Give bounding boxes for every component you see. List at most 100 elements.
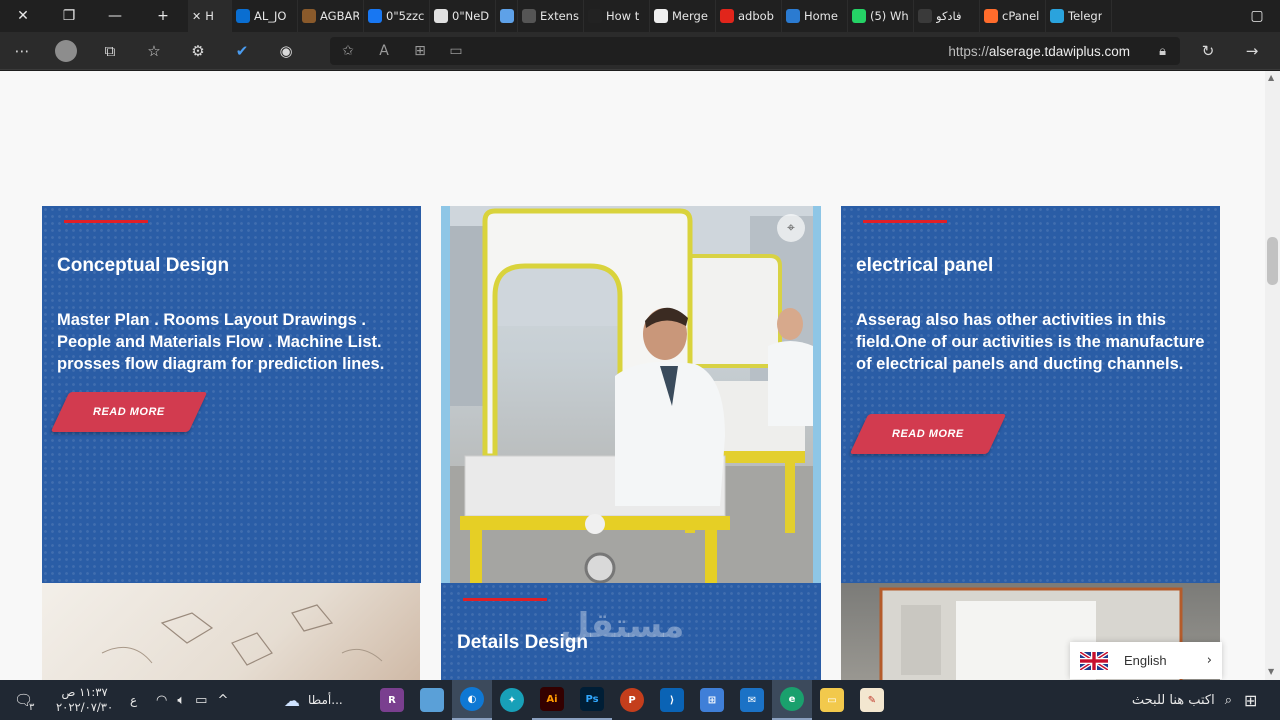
taskbar-search[interactable]: اكتب هنا للبحث ⌕: [1082, 680, 1232, 720]
pinned-apps: R ◐ ✦ Ai Ps P ⟩ ⊞ ✉ e ▭ ✎: [372, 680, 892, 720]
notes-icon[interactable]: [412, 680, 452, 720]
language-switcher[interactable]: English ›: [1070, 642, 1222, 679]
browser-tab[interactable]: 0"5zzc: [364, 0, 430, 32]
forward-icon[interactable]: →: [1230, 32, 1274, 70]
vertical-scrollbar[interactable]: ▲ ▼: [1265, 71, 1280, 680]
accessibility-icon[interactable]: ✦: [492, 680, 532, 720]
tab-strip: ✕ H AL_JO AGBAR 0"5zzc 0"NeD Extens How t Merge a…: [188, 0, 1112, 32]
input-language[interactable]: ع: [130, 680, 137, 720]
tab-title: 0"NeD: [452, 9, 490, 23]
watermark-logo: مستقل: [560, 606, 685, 646]
favorites-icon[interactable]: ☆: [132, 32, 176, 70]
clock-time: ١١:٣٧ ص: [61, 685, 108, 699]
address-bar[interactable]: ✩ A ⊞ ▭ https://alserage.tdawiplus.com 🔒…: [330, 37, 1180, 65]
browser-tab[interactable]: فادكو: [914, 0, 980, 32]
language-label: English: [1124, 653, 1167, 668]
browser-tab[interactable]: adbob: [716, 0, 782, 32]
browser-tab[interactable]: How t: [584, 0, 650, 32]
uk-flag-icon: [1080, 651, 1108, 670]
lock-icon[interactable]: 🔒︎: [1159, 44, 1166, 59]
tab-title: adbob: [738, 9, 774, 23]
read-aloud-icon[interactable]: A: [366, 43, 402, 59]
battery-icon[interactable]: ▭: [195, 693, 207, 708]
scrollbar-thumb[interactable]: [1267, 237, 1278, 285]
card-description: Master Plan . Rooms Layout Drawings . Pe…: [57, 311, 385, 373]
clock[interactable]: ١١:٣٧ ص ٢٠٢٢/٠٧/٣٠: [56, 680, 113, 720]
card-factory-photo[interactable]: ⌖: [441, 206, 821, 583]
restore-window-icon[interactable]: ❐: [46, 0, 92, 32]
notification-icon[interactable]: 🗨︎ ٣: [14, 680, 34, 720]
file-explorer-icon[interactable]: ▭: [812, 680, 852, 720]
browser-tab[interactable]: ✕ H: [188, 0, 232, 32]
visual-search-icon[interactable]: ⌖: [777, 214, 805, 242]
photoshop-icon[interactable]: Ps: [572, 680, 612, 720]
browser-tab[interactable]: AGBAR: [298, 0, 364, 32]
add-favorite-icon[interactable]: ✩: [330, 43, 366, 59]
close-tab-icon[interactable]: ✕: [192, 10, 201, 23]
tab-title: Home: [804, 9, 838, 23]
menu-dots-icon[interactable]: ⋯: [0, 32, 44, 70]
vscode-icon[interactable]: ⟩: [652, 680, 692, 720]
immersive-reader-icon[interactable]: ▭: [438, 43, 474, 59]
browser-tab[interactable]: cPanel: [980, 0, 1046, 32]
tab-title: AL_JO: [254, 9, 287, 23]
winrar-icon[interactable]: R: [372, 680, 412, 720]
apps-icon[interactable]: ⊞: [402, 43, 438, 59]
tab-favicon-icon: [1050, 9, 1064, 23]
card-title: electrical panel: [856, 255, 994, 276]
tab-favicon-icon: [852, 9, 866, 23]
volume-icon[interactable]: 🔈︎: [177, 693, 185, 708]
collections-icon[interactable]: ⧉: [88, 32, 132, 70]
tab-favicon-icon: [434, 9, 448, 23]
tab-favicon-icon: [786, 9, 800, 23]
close-window-icon[interactable]: ✕: [0, 0, 46, 32]
clock-date: ٢٠٢٢/٠٧/٣٠: [56, 700, 114, 714]
refresh-icon[interactable]: ↻: [1186, 32, 1230, 70]
tab-favicon-icon: [918, 9, 932, 23]
windows-start-icon[interactable]: ⊞: [1244, 680, 1257, 720]
read-more-button[interactable]: READ MORE: [849, 414, 1007, 454]
weather-widget[interactable]: ☁ أمطا...: [284, 680, 343, 720]
tab-actions-icon[interactable]: ▢: [1234, 0, 1280, 32]
browser-tab[interactable]: [496, 0, 518, 32]
tab-favicon-icon: [720, 9, 734, 23]
minimize-window-icon[interactable]: —: [92, 0, 138, 32]
system-tray: ◠ 🔈︎ ▭ ^: [156, 680, 228, 720]
mail-icon[interactable]: ✉: [732, 680, 772, 720]
store-icon[interactable]: ⊞: [692, 680, 732, 720]
extensions-icon[interactable]: ⚙: [176, 32, 220, 70]
card-description: Asserag also has other activities in thi…: [856, 311, 1205, 373]
card-electrical-panel: electrical panel Asserag also has other …: [841, 206, 1220, 583]
weather-label: أمطا...: [308, 693, 343, 707]
paint-icon[interactable]: ✎: [852, 680, 892, 720]
tab-favicon-icon: [522, 9, 536, 23]
browser-tab[interactable]: 0"NeD: [430, 0, 496, 32]
factory-illustration: [450, 206, 813, 583]
browser-tab[interactable]: Home: [782, 0, 848, 32]
tab-title: How t: [606, 9, 640, 23]
scroll-up-icon[interactable]: ▲: [1268, 73, 1274, 82]
profile-avatar[interactable]: [44, 32, 88, 70]
tab-title: Merge: [672, 9, 708, 23]
browser-tab[interactable]: (5) Wh: [848, 0, 914, 32]
powerpoint-icon[interactable]: P: [612, 680, 652, 720]
chevron-right-icon: ›: [1206, 653, 1212, 668]
browser-tab[interactable]: AL_JO: [232, 0, 298, 32]
edge-icon[interactable]: e: [772, 680, 812, 720]
extension-icon[interactable]: ◉: [264, 32, 308, 70]
tab-bar: ✕ ❐ — + ✕ H AL_JO AGBAR 0"5zzc 0"NeD Extens How…: [0, 0, 1280, 32]
url-text[interactable]: https://alserage.tdawiplus.com: [948, 44, 1130, 59]
tray-expand-icon[interactable]: ^: [217, 693, 228, 708]
tab-title: cPanel: [1002, 9, 1040, 23]
browser-tab[interactable]: Merge: [650, 0, 716, 32]
illustrator-icon[interactable]: Ai: [532, 680, 572, 720]
browser-tab[interactable]: Telegr: [1046, 0, 1112, 32]
scroll-down-icon[interactable]: ▼: [1268, 667, 1274, 676]
wifi-icon[interactable]: ◠: [156, 693, 167, 708]
browser-tab[interactable]: Extens: [518, 0, 584, 32]
search-icon: ⌕: [1224, 692, 1232, 708]
shield-check-icon[interactable]: ✔: [220, 32, 264, 70]
app-highlighted-icon[interactable]: ◐: [452, 680, 492, 720]
new-tab-button[interactable]: +: [138, 0, 188, 32]
read-more-button[interactable]: READ MORE: [50, 392, 208, 432]
